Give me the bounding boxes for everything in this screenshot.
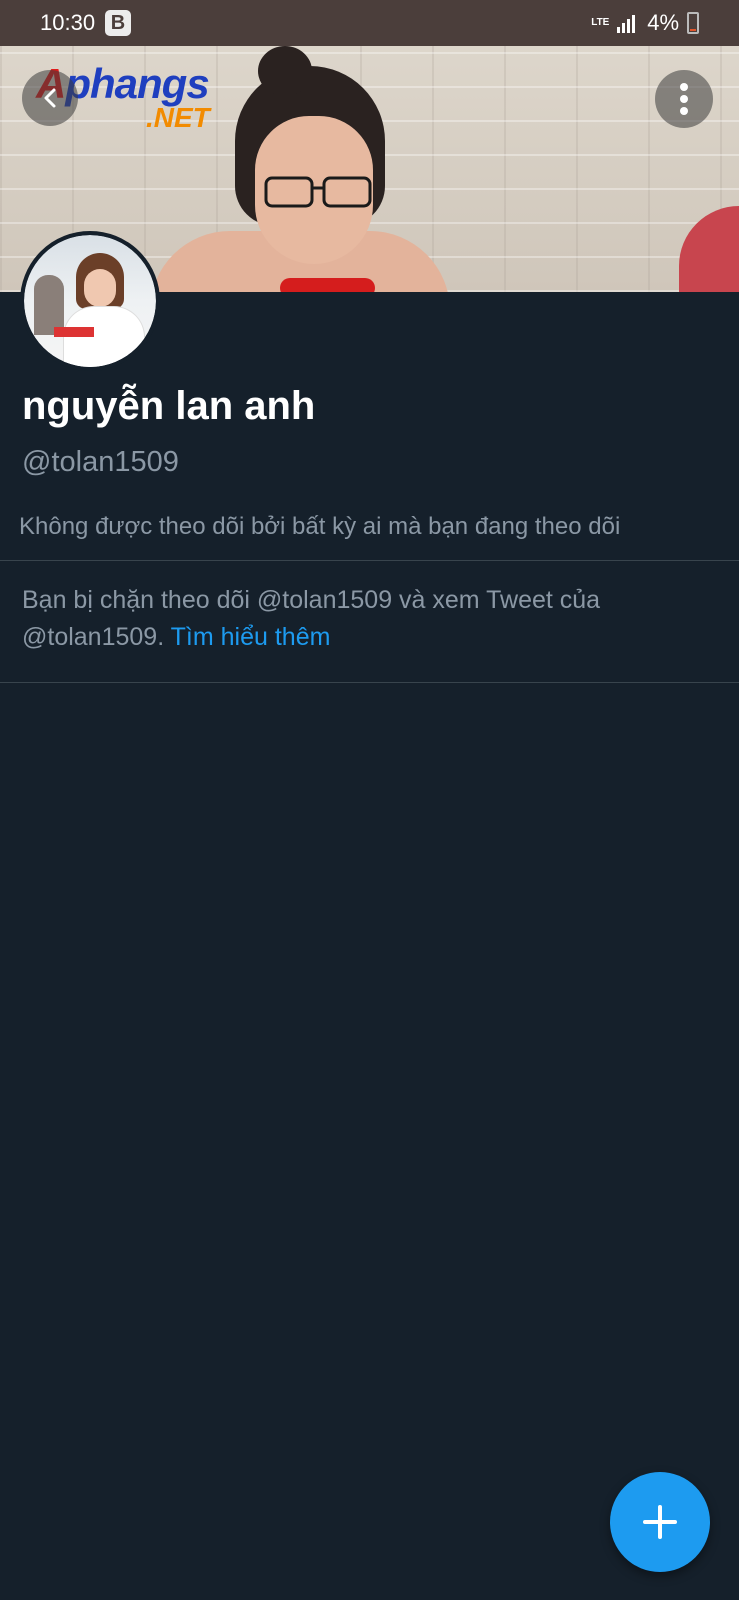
lte-icon: LTE xyxy=(591,17,610,28)
more-vertical-icon xyxy=(680,83,688,115)
avatar-face xyxy=(84,269,116,307)
learn-more-link[interactable]: Tìm hiểu thêm xyxy=(171,623,331,651)
blocked-notice: Bạn bị chặn theo dõi @tolan1509 và xem T… xyxy=(22,582,712,656)
profile-display-name: nguyễn lan anh xyxy=(22,384,316,428)
status-indicators: LTE 4% xyxy=(591,10,699,36)
plus-icon xyxy=(643,1505,677,1539)
avatar-accent xyxy=(54,327,94,337)
divider-top xyxy=(0,560,739,561)
divider-bottom xyxy=(0,682,739,683)
notification-app-icon: B xyxy=(105,10,131,36)
profile-avatar[interactable] xyxy=(20,231,160,371)
signal-icon xyxy=(617,15,636,33)
banner-person-bun xyxy=(258,46,312,96)
profile-handle: @tolan1509 xyxy=(22,446,179,478)
back-button[interactable] xyxy=(22,70,78,126)
watermark-main-rest: phangs xyxy=(65,60,209,107)
avatar-image xyxy=(24,235,156,367)
compose-tweet-button[interactable] xyxy=(610,1472,710,1572)
banner-glasses xyxy=(264,176,372,208)
banner-person-top xyxy=(280,278,375,292)
more-options-button[interactable] xyxy=(655,70,713,128)
avatar-bg-person xyxy=(34,275,64,335)
status-time: 10:30 xyxy=(40,10,96,35)
battery-percent: 4% xyxy=(647,10,679,35)
battery-icon xyxy=(687,12,699,34)
watermark-sub: .NET xyxy=(146,102,210,133)
status-bar: 10:30 B LTE 4% xyxy=(0,0,739,46)
back-arrow-icon xyxy=(44,88,56,108)
avatar-body xyxy=(64,307,144,367)
followers-you-know-note: Không được theo dõi bởi bất kỳ ai mà bạn… xyxy=(19,513,621,540)
